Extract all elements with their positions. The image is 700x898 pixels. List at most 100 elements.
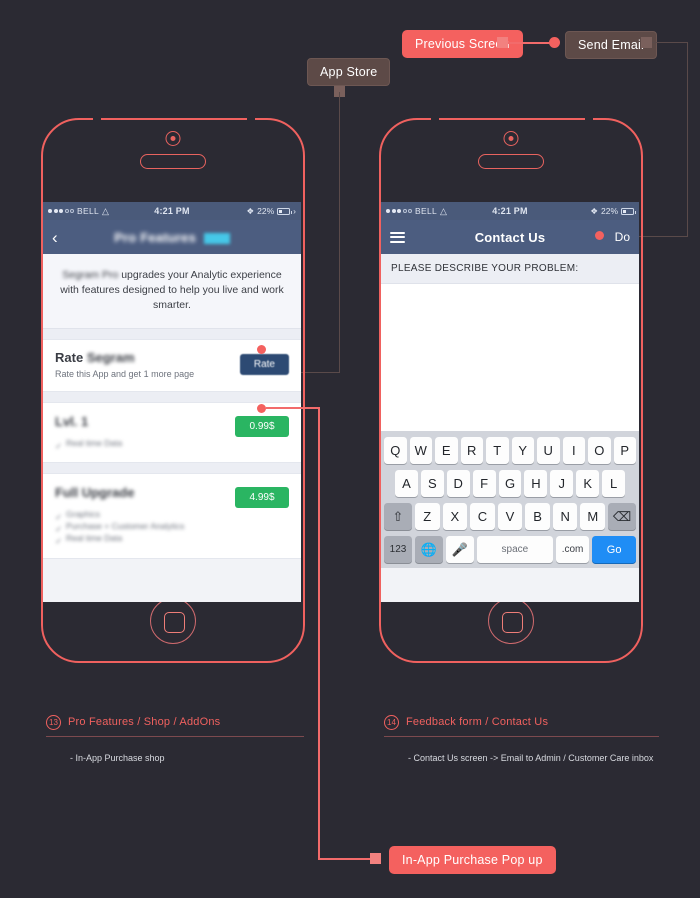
done-button[interactable]: Do <box>615 230 630 244</box>
rate-title-prefix: Rate <box>55 350 84 365</box>
battery-icon <box>277 207 293 215</box>
bullet-text: Purchase + Customer Analytics <box>66 521 185 531</box>
check-icon: ✓ <box>55 535 63 546</box>
connector-sendmail-v <box>687 41 688 237</box>
key-r[interactable]: R <box>460 437 483 464</box>
battery-percent: 22% <box>257 206 275 216</box>
globe-icon[interactable]: 🌐 <box>415 536 443 563</box>
phone-left: BELL △ 4:21 PM ❖ 22% › ‹ Pro Features Se… <box>41 116 305 663</box>
check-icon: ✓ <box>55 511 63 522</box>
home-button[interactable] <box>150 598 196 644</box>
note-divider <box>46 736 304 737</box>
bullet-text: Graphics <box>66 509 101 519</box>
key-g[interactable]: G <box>498 470 522 497</box>
key-i[interactable]: I <box>562 437 585 464</box>
bluetooth-icon: ❖ <box>590 205 598 216</box>
note-14: 14 Feedback form / Contact Us - Contact … <box>384 715 659 763</box>
key-y[interactable]: Y <box>511 437 534 464</box>
phone-right-screen: BELL △ 4:21 PM ❖ 22% Contact Us Do PLEAS… <box>381 202 639 602</box>
go-key[interactable]: Go <box>592 536 636 563</box>
backspace-key[interactable]: ⌫ <box>608 503 637 530</box>
lvl1-bullets: ✓ Real time Data <box>55 437 289 451</box>
full-upgrade-bullets: ✓ Graphics ✓ Purchase + Customer Analyti… <box>55 508 289 546</box>
nav-title-left: Pro Features <box>43 230 301 245</box>
key-c[interactable]: C <box>470 503 495 530</box>
flow-tag-app-store[interactable]: App Store <box>307 58 391 86</box>
price-button-full-upgrade[interactable]: 4.99$ <box>235 487 289 508</box>
note-description: - Contact Us screen -> Email to Admin / … <box>408 753 654 763</box>
key-d[interactable]: D <box>446 470 470 497</box>
back-button[interactable]: ‹ <box>52 229 58 246</box>
bullet-text: Real time Data <box>66 438 123 448</box>
key-a[interactable]: A <box>395 470 418 497</box>
intro-brand: Segram Pro <box>62 269 119 281</box>
canvas: Previous Screen Send Email App Store BEL… <box>0 0 700 898</box>
key-n[interactable]: N <box>552 503 578 530</box>
key-o[interactable]: O <box>588 437 611 464</box>
section-gap-2 <box>43 392 301 402</box>
status-bar-right-group: ❖ 22% › <box>247 206 296 217</box>
price-button-lvl1[interactable]: 0.99$ <box>235 416 289 437</box>
phone-right: BELL △ 4:21 PM ❖ 22% Contact Us Do PLEAS… <box>379 116 643 663</box>
connector-price-h <box>266 407 319 409</box>
key-b[interactable]: B <box>525 503 550 530</box>
check-icon: ✓ <box>55 440 63 451</box>
earpiece-speaker <box>478 154 544 169</box>
connector-appstore-v <box>339 92 340 372</box>
key-x[interactable]: X <box>442 503 468 530</box>
connector-square-popup <box>370 853 381 864</box>
onscreen-keyboard: Q W E R T Y U I O P A S D F G H J K L ⇧ … <box>381 431 639 568</box>
home-button[interactable] <box>488 598 534 644</box>
key-q[interactable]: Q <box>384 437 407 464</box>
connector-price-v <box>318 407 320 859</box>
key-p[interactable]: P <box>613 437 636 464</box>
phone-left-notch-right <box>247 116 255 120</box>
note-divider <box>384 736 659 737</box>
key-f[interactable]: F <box>472 470 496 497</box>
hotspot-dot-price-lvl1 <box>257 404 266 413</box>
dotcom-key[interactable]: .com <box>555 536 590 563</box>
key-w[interactable]: W <box>409 437 432 464</box>
key-v[interactable]: V <box>497 503 523 530</box>
hamburger-icon[interactable] <box>390 229 405 245</box>
note-title: Pro Features / Shop / AddOns <box>68 716 221 728</box>
keyboard-row-4: 123 🌐 🎤 space .com Go <box>384 536 636 563</box>
nav-title-text: Pro Features <box>114 229 197 245</box>
note-13: 13 Pro Features / Shop / AddOns - In-App… <box>46 715 304 763</box>
key-h[interactable]: H <box>524 470 548 497</box>
key-e[interactable]: E <box>435 437 458 464</box>
note-number: 13 <box>46 715 61 730</box>
phone-left-notch-left <box>93 116 101 120</box>
flow-tag-inapp-popup[interactable]: In-App Purchase Pop up <box>390 847 555 873</box>
key-j[interactable]: J <box>550 470 574 497</box>
nav-bar-left: ‹ Pro Features <box>43 220 301 254</box>
connector-popup-h <box>318 858 370 860</box>
list-item-bullet: ✓ Real time Data <box>55 437 289 451</box>
keyboard-row-2: A S D F G H J K L <box>384 470 636 497</box>
key-l[interactable]: L <box>602 470 626 497</box>
status-bar-left: BELL △ 4:21 PM ❖ 22% › <box>43 202 301 220</box>
key-m[interactable]: M <box>580 503 606 530</box>
list-item-full-upgrade[interactable]: Full Upgrade ✓ Graphics ✓ Purchase + Cus… <box>43 473 301 559</box>
front-camera-icon <box>503 131 519 146</box>
problem-textarea[interactable] <box>381 284 639 431</box>
key-t[interactable]: T <box>486 437 509 464</box>
list-item-bullet: ✓ Graphics <box>55 508 289 522</box>
space-key[interactable]: space <box>477 536 553 563</box>
key-z[interactable]: Z <box>414 503 440 530</box>
hotspot-dot-rate <box>257 345 266 354</box>
lvl1-title: Lvl. 1 <box>55 414 89 429</box>
rate-button[interactable]: Rate <box>239 354 289 375</box>
status-bar-right: BELL △ 4:21 PM ❖ 22% <box>381 202 639 220</box>
numbers-key[interactable]: 123 <box>384 536 412 563</box>
key-s[interactable]: S <box>420 470 444 497</box>
connector-square-send-email <box>641 37 652 48</box>
key-u[interactable]: U <box>537 437 560 464</box>
key-k[interactable]: K <box>576 470 600 497</box>
shift-key[interactable]: ⇧ <box>383 503 412 530</box>
front-camera-icon <box>165 131 181 146</box>
list-item-bullet: ✓ Purchase + Customer Analytics <box>55 520 289 534</box>
section-gap-3 <box>43 463 301 473</box>
mic-icon[interactable]: 🎤 <box>446 536 474 563</box>
field-label: PLEASE DESCRIBE YOUR PROBLEM: <box>381 254 639 284</box>
